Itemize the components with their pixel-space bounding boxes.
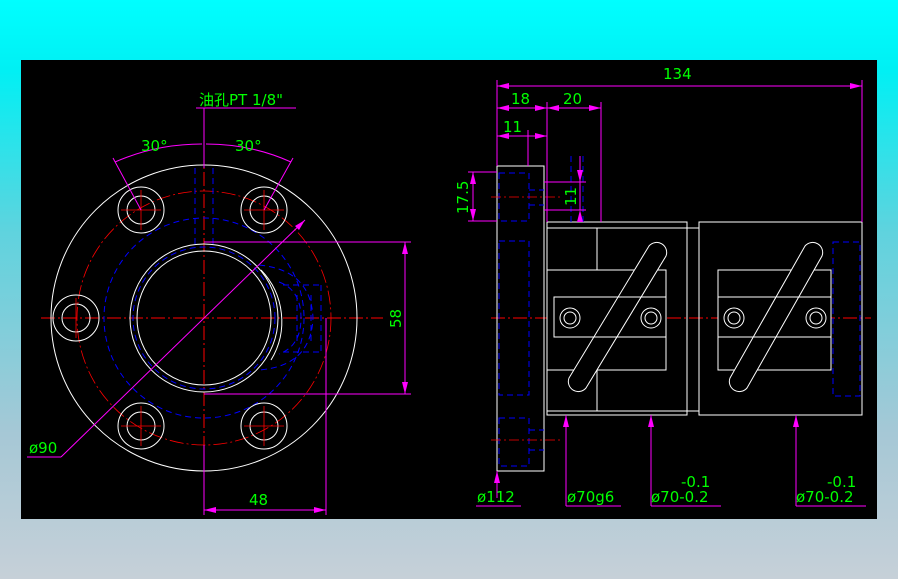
dim-48-label: 48 [249, 491, 268, 509]
dim-18-arrow-right [535, 105, 547, 111]
dim-11-side-label: 11 [562, 187, 580, 206]
dim-134-arrow-left [497, 83, 509, 89]
dim-48-arrow-left [204, 507, 216, 513]
screw-1b [640, 307, 662, 329]
dim-11-top-label: 11 [503, 118, 522, 136]
angle-label-left: 30° [141, 137, 168, 155]
dim-134-arrow-right [850, 83, 862, 89]
dim-11-top-arrow-right [535, 133, 547, 139]
dim-20-label: 20 [563, 90, 582, 108]
dim-dia112-arrow [494, 471, 500, 483]
dim-dia70-1-label: ø70-0.2 [651, 488, 709, 506]
angle-label-right: 30° [235, 137, 262, 155]
front-view: 油孔PT 1/8" 30° 30° 58 ø90 48 [27, 91, 411, 515]
dim-dia70g6-arrow [563, 415, 569, 427]
dim-dia70-2-label: ø70-0.2 [796, 488, 854, 506]
dim-11-side-arrow-top [577, 170, 583, 182]
oil-hole-note: 油孔PT 1/8" [199, 91, 283, 109]
dim-dia70g6-label: ø70g6 [567, 488, 614, 506]
dim-18-label: 18 [511, 90, 530, 108]
angle-extension-right [263, 157, 294, 211]
dim-dia112-label: ø112 [477, 488, 515, 506]
dim-58-arrow-top [402, 242, 408, 254]
dim-17-5-label: 17.5 [454, 181, 472, 214]
dim-11-side-arrow-bottom [577, 210, 583, 222]
screw-1a [559, 307, 581, 329]
nut-body-2-end-hidden [832, 241, 861, 397]
dim-dia90-leader [60, 219, 306, 458]
bolt-hole-bottom-left [117, 402, 165, 450]
dim-58-arrow-bottom [402, 382, 408, 394]
dim-18-arrow-left [497, 105, 509, 111]
bolt-hole-bottom-right [240, 402, 288, 450]
dim-58-label: 58 [387, 309, 405, 328]
dim-20-arrow-left [547, 105, 559, 111]
flange-hidden-holes [498, 172, 544, 467]
screw-2a [723, 307, 745, 329]
dim-dia70-2-arrow [793, 415, 799, 427]
side-view: 134 18 20 11 17.5 11 ø112 ø70g6 -0.1 ø70… [454, 65, 871, 507]
dim-dia70-1-arrow [648, 415, 654, 427]
nut-spacer [686, 227, 700, 412]
cad-drawing-canvas: 油孔PT 1/8" 30° 30° 58 ø90 48 134 18 20 11… [21, 60, 877, 519]
dim-48-arrow-right [314, 507, 326, 513]
dim-134-label: 134 [663, 65, 692, 83]
angle-extension-left [112, 157, 142, 211]
screw-2b [805, 307, 827, 329]
dim-20-arrow-right [589, 105, 601, 111]
dim-dia90-label: ø90 [29, 439, 57, 457]
